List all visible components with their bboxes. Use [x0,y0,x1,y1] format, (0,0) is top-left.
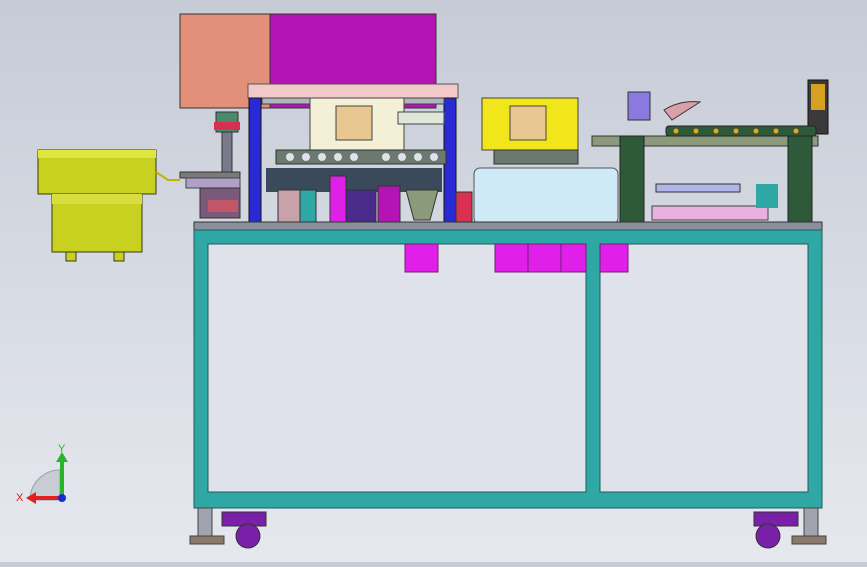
casters [189,507,827,549]
coordinate-triad: Y X [16,443,68,504]
left-gantry [248,97,473,225]
x-axis-label: X [16,492,24,504]
y-axis-label: Y [58,443,66,455]
cad-viewport[interactable]: Y X [0,0,867,562]
cable-chain [663,101,817,137]
right-gantry [591,79,829,225]
center-gantry [473,97,619,225]
vibratory-bowl-feeder [37,149,180,262]
model-canvas[interactable]: Y X [0,0,867,562]
main-frame [193,221,823,509]
feeder-track [179,171,241,219]
